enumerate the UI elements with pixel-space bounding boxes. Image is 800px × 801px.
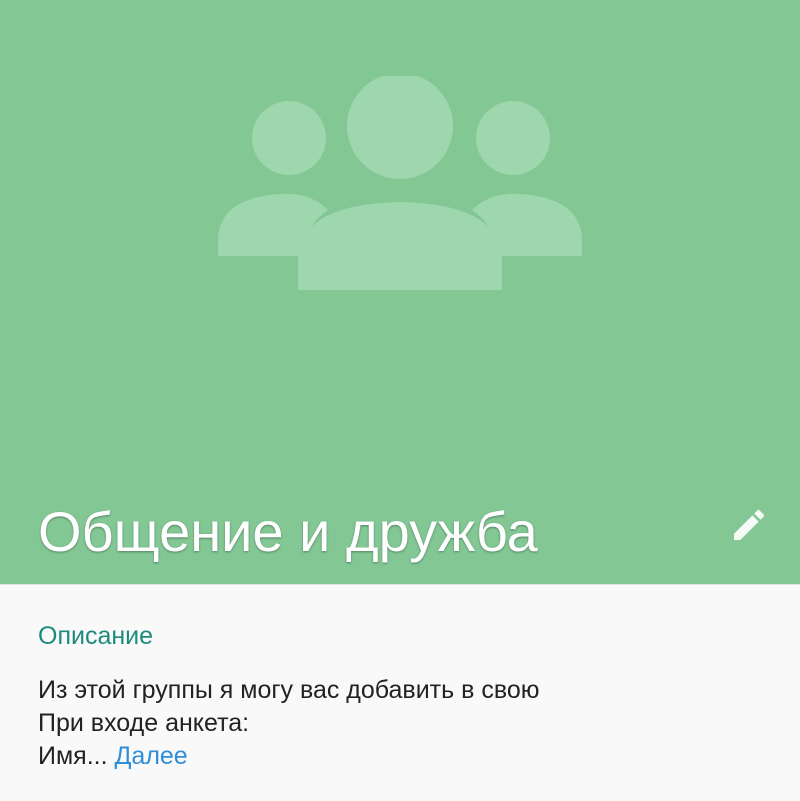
description-line: Из этой группы я могу вас добавить в сво… xyxy=(38,676,540,704)
edit-button[interactable] xyxy=(722,498,776,552)
pencil-icon xyxy=(734,509,765,540)
read-more-link[interactable]: Далее xyxy=(114,742,187,770)
description-heading: Описание xyxy=(38,622,154,650)
description-text: Из этой группы я могу вас добавить в сво… xyxy=(38,674,758,773)
description-line-text: Имя... xyxy=(38,742,108,770)
description-line: При входе анкета: xyxy=(38,709,250,737)
group-people-icon xyxy=(218,76,582,290)
group-header: Общение и дружба xyxy=(0,0,800,584)
description-line: Имя... Далее xyxy=(38,740,758,773)
description-section: Описание Из этой группы я могу вас добав… xyxy=(0,584,800,801)
group-title: Общение и дружба xyxy=(38,500,538,563)
